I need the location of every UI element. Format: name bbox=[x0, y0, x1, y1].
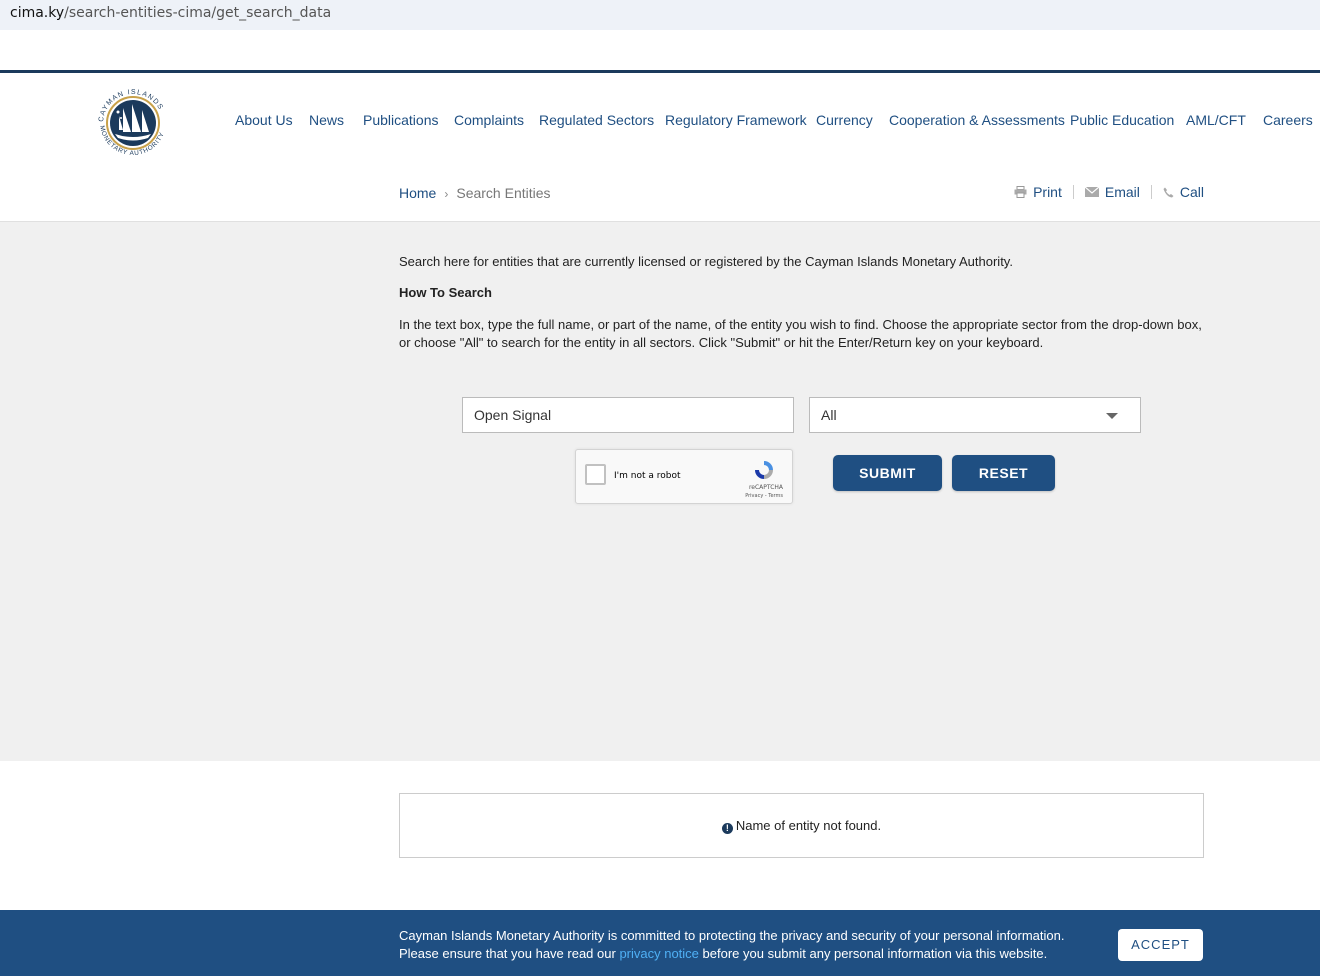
header-top-rule bbox=[0, 70, 1320, 73]
tools-divider bbox=[1072, 185, 1074, 199]
cookie-line-1: Cayman Islands Monetary Authority is com… bbox=[399, 928, 1065, 943]
print-button[interactable]: Print bbox=[1014, 184, 1062, 200]
nav-complaints[interactable]: Complaints bbox=[454, 112, 524, 128]
intro-text: Search here for entities that are curren… bbox=[399, 254, 1013, 269]
browser-url-bar[interactable]: cima.ky/search-entities-cima/get_search_… bbox=[0, 0, 1320, 30]
nav-public-education[interactable]: Public Education bbox=[1070, 112, 1174, 128]
cookie-banner: Cayman Islands Monetary Authority is com… bbox=[0, 910, 1320, 976]
breadcrumb: Home › Search Entities bbox=[399, 185, 551, 201]
result-message: Name of entity not found. bbox=[735, 818, 882, 833]
reset-button[interactable]: RESET bbox=[952, 455, 1055, 491]
print-label: Print bbox=[1033, 184, 1062, 200]
nav-cooperation-assessments[interactable]: Cooperation & Assessments bbox=[889, 112, 1065, 128]
instructions-text: In the text box, type the full name, or … bbox=[399, 317, 1202, 350]
phone-icon bbox=[1163, 187, 1174, 197]
nav-regulatory-framework[interactable]: Regulatory Framework bbox=[665, 112, 807, 128]
sector-select-value: All bbox=[821, 407, 837, 423]
nav-about-us[interactable]: About Us bbox=[235, 112, 293, 128]
nav-news[interactable]: News bbox=[309, 112, 344, 128]
url-domain: cima.ky bbox=[10, 5, 65, 21]
tools-divider bbox=[1150, 185, 1152, 199]
submit-button[interactable]: SUBMIT bbox=[833, 455, 942, 491]
call-button[interactable]: Call bbox=[1163, 184, 1204, 200]
entity-name-input[interactable] bbox=[462, 397, 794, 433]
cookie-text: Cayman Islands Monetary Authority is com… bbox=[399, 927, 1099, 963]
nav-regulated-sectors[interactable]: Regulated Sectors bbox=[539, 112, 654, 128]
recaptcha-label: I'm not a robot bbox=[614, 471, 681, 481]
page-tools: Print Email Call bbox=[1014, 184, 1204, 200]
call-label: Call bbox=[1179, 184, 1204, 200]
nav-currency[interactable]: Currency bbox=[816, 112, 873, 128]
recaptcha-checkbox[interactable] bbox=[585, 464, 606, 485]
cookie-line-2-after: before you submit any personal informati… bbox=[698, 946, 1048, 961]
recaptcha-widget: I'm not a robot reCAPTCHA Privacy - Term… bbox=[575, 449, 793, 504]
cima-seal-icon: CAYMAN ISLANDS MONETARY AUTHORITY bbox=[98, 89, 165, 157]
nav-aml-cft[interactable]: AML/CFT bbox=[1186, 112, 1246, 128]
search-result-box: ! Name of entity not found. bbox=[399, 793, 1204, 858]
accept-cookies-button[interactable]: ACCEPT bbox=[1118, 929, 1203, 961]
url-path: /search-entities-cima/get_search_data bbox=[64, 5, 332, 21]
chevron-down-icon bbox=[1106, 413, 1118, 419]
recaptcha-links[interactable]: Privacy - Terms bbox=[745, 493, 783, 499]
email-label: Email bbox=[1104, 184, 1140, 200]
sector-select[interactable]: All bbox=[809, 397, 1141, 433]
nav-careers[interactable]: Careers bbox=[1263, 112, 1313, 128]
breadcrumb-current: Search Entities bbox=[456, 185, 551, 201]
envelope-icon bbox=[1084, 187, 1099, 197]
how-to-search-heading: How To Search bbox=[399, 285, 492, 300]
recaptcha-icon bbox=[755, 461, 773, 479]
privacy-notice-link[interactable]: privacy notice bbox=[619, 946, 698, 961]
recaptcha-brand: reCAPTCHA bbox=[748, 484, 783, 491]
info-icon: ! bbox=[721, 823, 733, 834]
nav-publications[interactable]: Publications bbox=[363, 112, 439, 128]
cima-logo[interactable]: CAYMAN ISLANDS MONETARY AUTHORITY bbox=[93, 82, 173, 162]
breadcrumb-separator: › bbox=[444, 187, 449, 201]
email-button[interactable]: Email bbox=[1084, 184, 1140, 200]
print-icon bbox=[1014, 186, 1027, 198]
breadcrumb-home[interactable]: Home bbox=[399, 185, 436, 201]
cookie-line-2-before: Please ensure that you have read our bbox=[399, 946, 620, 961]
